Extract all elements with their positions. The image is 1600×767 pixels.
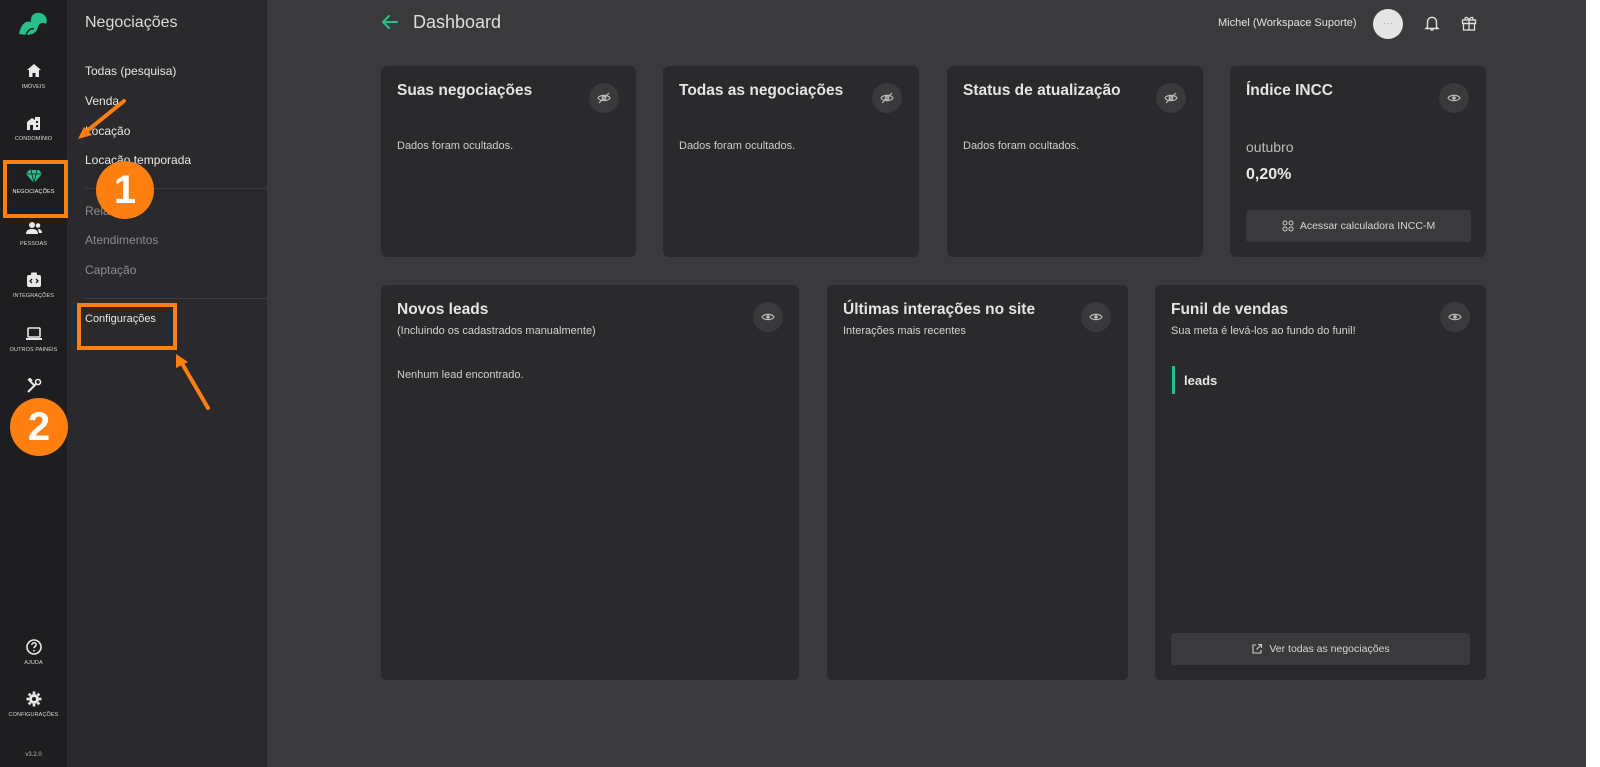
card-title: Status de atualização (963, 82, 1121, 99)
arrow-annotation-2 (176, 354, 210, 410)
rail-item-outros-paineis[interactable]: OUTROS PAINÉIS (0, 325, 67, 353)
incc-value: 0,20% (1246, 166, 1292, 183)
rail-label: PESSOAS (20, 241, 47, 247)
help-icon (25, 639, 42, 655)
card-title: Funil de vendas (1171, 301, 1289, 318)
card-ultimas-interacoes: Últimas interações no site Interações ma… (827, 285, 1128, 680)
incc-month: outubro (1246, 139, 1294, 155)
step-badge-1: 1 (96, 161, 154, 219)
rail-item-imoveis[interactable]: IMÓVEIS (0, 62, 67, 90)
bell-icon[interactable] (1423, 14, 1441, 32)
eye-icon (1448, 313, 1462, 321)
main-rail: IMÓVEIS CONDOMÍNIO NEGOCIAÇÕES PESSOAS I… (0, 0, 67, 767)
card-title: Suas negociações (397, 82, 533, 99)
funnel-stage-label[interactable]: leads (1184, 373, 1217, 388)
card-funil-vendas: Funil de vendas Sua meta é levá-los ao f… (1155, 285, 1486, 680)
eye-off-icon (597, 92, 611, 104)
card-body-text: Nenhum lead encontrado. (397, 369, 524, 381)
eye-off-icon (1164, 92, 1178, 104)
submenu-title: Negociações (85, 14, 178, 31)
rail-label: INTEGRAÇÕES (12, 293, 55, 299)
external-link-icon (1252, 643, 1263, 654)
rail-label: CONDOMÍNIO (14, 136, 53, 142)
eye-icon (761, 313, 775, 321)
incc-calculator-button[interactable]: Acessar calculadora INCC-M (1246, 210, 1471, 242)
card-todas-negociacoes: Todas as negociações Dados foram ocultad… (663, 66, 919, 257)
ver-todas-negociacoes-button[interactable]: Ver todas as negociações (1171, 633, 1470, 665)
users-icon (25, 222, 42, 234)
card-title: Todas as negociações (679, 82, 844, 99)
toggle-visibility-button[interactable] (589, 83, 619, 113)
building-icon (26, 117, 40, 130)
incc-calculator-label: Acessar calculadora INCC-M (1299, 220, 1436, 232)
card-subtitle: Sua meta é levá-los ao fundo do funil! (1171, 325, 1356, 337)
card-suas-negociacoes: Suas negociações Dados foram ocultados. (381, 66, 636, 257)
tools-icon (26, 377, 41, 393)
rail-item-configuracoes[interactable]: CONFIGURAÇÕES (0, 690, 67, 718)
rail-item-ferramentas[interactable] (0, 377, 67, 399)
toggle-visibility-button[interactable] (1081, 302, 1111, 332)
card-status-atualizacao: Status de atualização Dados foram oculta… (947, 66, 1203, 257)
rail-label: OUTROS PAINÉIS (9, 347, 58, 353)
eye-icon (1447, 94, 1461, 102)
calculator-icon (1282, 220, 1294, 232)
submenu-item-atendimentos[interactable]: Atendimentos (85, 233, 158, 247)
card-title: Novos leads (397, 301, 489, 318)
submenu-divider (85, 298, 320, 299)
card-body-text: Dados foram ocultados. (963, 140, 1080, 152)
back-arrow-icon[interactable] (381, 13, 399, 31)
card-subtitle: Interações mais recentes (843, 325, 966, 337)
user-name[interactable]: Michel (Workspace Suporte) (1218, 17, 1357, 29)
ver-todas-label: Ver todas as negociações (1269, 643, 1390, 655)
toggle-visibility-button[interactable] (1440, 302, 1470, 332)
eye-off-icon (880, 92, 894, 104)
highlight-box-configuracoes (77, 303, 177, 350)
home-icon (26, 64, 41, 77)
toggle-visibility-button[interactable] (753, 302, 783, 332)
submenu-item-captacao[interactable]: Captação (85, 263, 136, 277)
rail-item-integracoes[interactable]: INTEGRAÇÕES (0, 271, 67, 299)
rail-item-condominio[interactable]: CONDOMÍNIO (0, 114, 67, 142)
logo-icon (19, 12, 47, 36)
gift-icon[interactable] (1460, 14, 1478, 32)
card-body-text: Dados foram ocultados. (397, 140, 514, 152)
toggle-visibility-button[interactable] (1156, 83, 1186, 113)
version-label: v3.2.0 (25, 752, 42, 758)
rail-item-pessoas[interactable]: PESSOAS (0, 219, 67, 247)
highlight-box-negociacoes (3, 160, 68, 218)
avatar[interactable]: ··· (1373, 9, 1403, 39)
step-badge-2: 2 (10, 398, 68, 456)
card-title: Índice INCC (1246, 82, 1333, 99)
submenu-item-todas[interactable]: Todas (pesquisa) (85, 64, 176, 78)
card-indice-incc: Índice INCC outubro 0,20% Acessar calcul… (1230, 66, 1486, 257)
laptop-icon (25, 327, 42, 340)
app-window: IMÓVEIS CONDOMÍNIO NEGOCIAÇÕES PESSOAS I… (0, 0, 1586, 767)
rail-item-ajuda[interactable]: AJUDA (0, 638, 67, 666)
arrow-annotation-1 (78, 99, 126, 139)
card-novos-leads: Novos leads (Incluindo os cadastrados ma… (381, 285, 799, 680)
rail-label: IMÓVEIS (21, 84, 46, 90)
toggle-visibility-button[interactable] (1439, 83, 1469, 113)
card-subtitle: (Incluindo os cadastrados manualmente) (397, 325, 596, 337)
gear-icon (26, 691, 41, 707)
rail-label: AJUDA (24, 660, 43, 666)
eye-icon (1089, 313, 1103, 321)
rail-label: CONFIGURAÇÕES (8, 712, 59, 718)
page-title: Dashboard (413, 12, 502, 32)
card-title: Últimas interações no site (843, 301, 1036, 318)
card-body-text: Dados foram ocultados. (679, 140, 796, 152)
toggle-visibility-button[interactable] (872, 83, 902, 113)
funnel-stage-bar (1172, 366, 1175, 394)
integration-icon (26, 272, 41, 287)
